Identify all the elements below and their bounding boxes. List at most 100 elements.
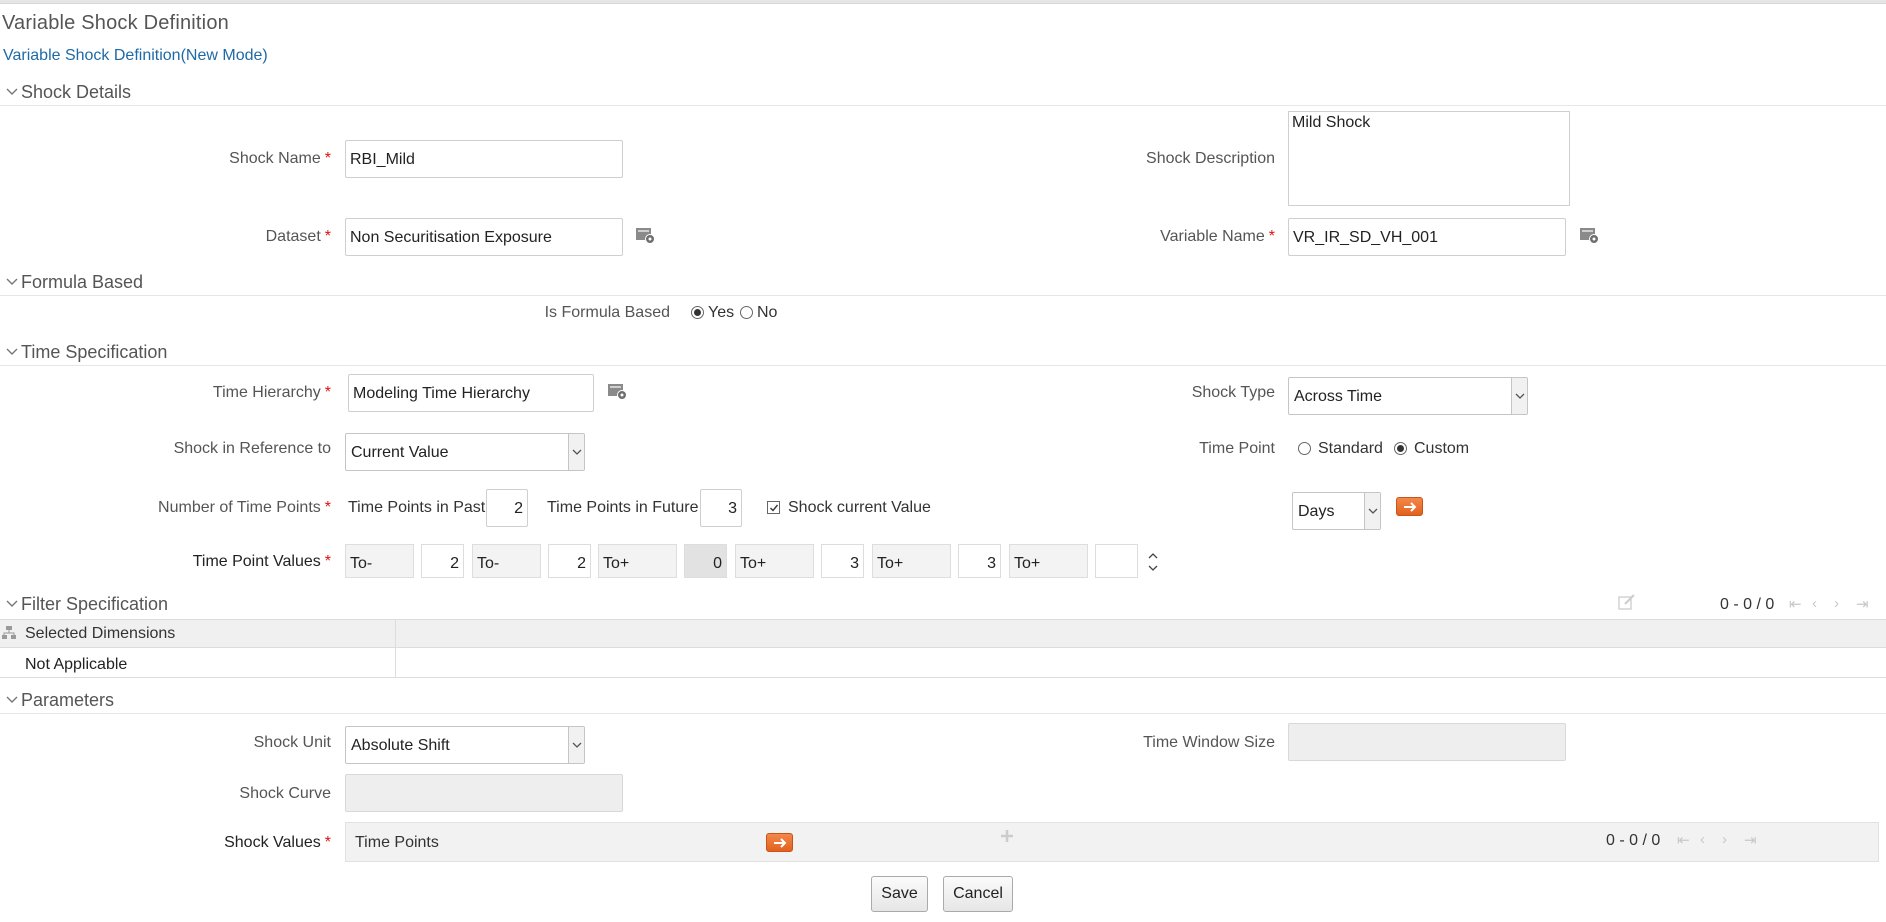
formula-no-radio[interactable] [740,306,753,319]
cancel-button[interactable]: Cancel [943,876,1013,912]
last-page-icon[interactable]: ⇥ [1744,831,1757,849]
time-window-size-input[interactable] [1288,723,1566,761]
hierarchy-browser-icon[interactable] [1579,226,1599,244]
hierarchy-browser-icon[interactable] [635,226,655,244]
shock-type-label: Shock Type [1191,384,1275,401]
time-points-future-input[interactable]: 3 [700,489,742,527]
first-page-icon[interactable]: ⇤ [1789,595,1802,613]
section-filter-specification[interactable]: Filter Specification [0,592,1886,618]
shock-description-label: Shock Description [1146,150,1275,167]
chevron-down-icon[interactable] [1511,378,1527,414]
shock-curve-input[interactable] [345,774,623,812]
variable-name-input[interactable]: VR_IR_SD_VH_001 [1288,218,1566,256]
time-point-custom-label: Custom [1414,440,1470,457]
shock-unit-select[interactable]: Absolute Shift [345,726,585,764]
formula-yes-label: Yes [708,304,735,321]
time-point-scroll-stepper[interactable] [1145,544,1161,578]
grid-header: Selected Dimensions [0,620,1886,648]
chevron-down-icon[interactable] [568,727,584,763]
shock-name-input[interactable]: RBI_Mild [345,140,623,178]
time-point-value-input[interactable]: 2 [548,544,591,578]
shock-unit-value: Absolute Shift [351,737,450,754]
time-points-header: Time Points [355,834,439,851]
next-page-icon[interactable]: › [1722,831,1727,848]
time-point-prefix: To+ [1009,544,1088,578]
formula-no-label: No [757,304,778,321]
time-point-prefix: To+ [872,544,951,578]
number-of-time-points-label: Number of Time Points * [158,499,331,516]
column-divider [395,620,396,678]
time-hierarchy-input[interactable]: Modeling Time Hierarchy [348,374,594,412]
time-point-value-input[interactable]: 3 [821,544,864,578]
dataset-input[interactable]: Non Securitisation Exposure [345,218,623,256]
hierarchy-browser-icon[interactable] [607,382,627,400]
dimensions-icon [1,625,17,641]
shock-unit-label: Shock Unit [253,734,331,751]
time-point-label: Time Point [1199,440,1275,457]
plus-icon[interactable] [999,828,1015,844]
chevron-down-icon[interactable] [6,692,18,706]
section-formula-based[interactable]: Formula Based [0,270,1886,296]
shock-current-value-checkbox[interactable] [767,501,780,514]
chevron-down-icon[interactable] [1364,493,1380,529]
next-page-icon[interactable]: › [1834,595,1839,612]
section-title: Shock Details [21,82,132,102]
time-unit-value: Days [1298,503,1335,520]
shock-current-value-label: Shock current Value [788,499,931,516]
shock-values-grid: Time Points 0 - 0 / 0 ⇤ ‹ › ⇥ [345,822,1879,862]
section-parameters[interactable]: Parameters [0,688,1886,714]
time-hierarchy-label: Time Hierarchy * [212,384,331,401]
time-points-past-input[interactable]: 2 [486,489,528,527]
time-point-value-input[interactable]: 3 [958,544,1001,578]
arrow-right-icon[interactable] [1396,497,1423,516]
filter-pager-text: 0 - 0 / 0 [1720,596,1775,613]
time-point-value-input[interactable]: 2 [421,544,464,578]
dataset-label: Dataset * [265,228,331,245]
time-points-past-label: Time Points in Past [348,499,486,516]
time-points-future-label: Time Points in Future [547,499,699,516]
chevron-down-icon[interactable] [568,434,584,470]
shock-curve-label: Shock Curve [239,785,331,802]
time-point-custom-radio[interactable] [1394,442,1407,455]
section-time-specification[interactable]: Time Specification [0,340,1886,366]
shock-reference-label: Shock in Reference to [173,440,331,457]
edit-icon[interactable] [1617,593,1637,611]
table-row[interactable]: Not Applicable [25,656,127,674]
first-page-icon[interactable]: ⇤ [1677,831,1690,849]
previous-page-icon[interactable]: ‹ [1700,831,1705,848]
section-title: Filter Specification [21,594,169,614]
shock-reference-select[interactable]: Current Value [345,433,585,471]
shock-reference-value: Current Value [351,444,449,461]
page-title: Variable Shock Definition [2,12,229,34]
chevron-down-icon[interactable] [6,344,18,358]
save-button[interactable]: Save [871,876,928,912]
time-point-standard-radio[interactable] [1298,442,1311,455]
shock-name-label: Shock Name * [229,150,331,167]
time-point-standard-label: Standard [1318,440,1383,457]
time-point-prefix: To- [472,544,541,578]
time-point-value-input: 0 [684,544,727,578]
chevron-down-icon[interactable] [6,596,18,610]
dimensions-grid: Selected Dimensions Not Applicable [0,619,1886,678]
shock-values-pager-text: 0 - 0 / 0 [1606,832,1661,849]
section-shock-details[interactable]: Shock Details [0,80,1886,106]
formula-yes-radio[interactable] [691,306,704,319]
arrow-right-icon[interactable] [766,833,793,852]
time-point-prefix: To+ [735,544,814,578]
last-page-icon[interactable]: ⇥ [1856,595,1869,613]
shock-description-textarea[interactable]: Mild Shock [1288,111,1570,206]
chevron-down-icon[interactable] [6,274,18,288]
section-title: Time Specification [21,342,168,362]
variable-name-label: Variable Name * [1160,228,1275,245]
previous-page-icon[interactable]: ‹ [1812,595,1817,612]
time-unit-select[interactable]: Days [1292,492,1381,530]
time-point-value-input[interactable] [1095,544,1138,578]
time-point-prefix: To- [345,544,414,578]
formula-based-label: Is Formula Based [544,304,670,321]
section-title: Parameters [21,690,115,710]
chevron-down-icon[interactable] [6,84,18,98]
shock-type-select[interactable]: Across Time [1288,377,1528,415]
section-title: Formula Based [21,272,144,292]
shock-values-label: Shock Values * [224,834,331,851]
breadcrumb-mode-link[interactable]: Variable Shock Definition(New Mode) [3,47,268,65]
